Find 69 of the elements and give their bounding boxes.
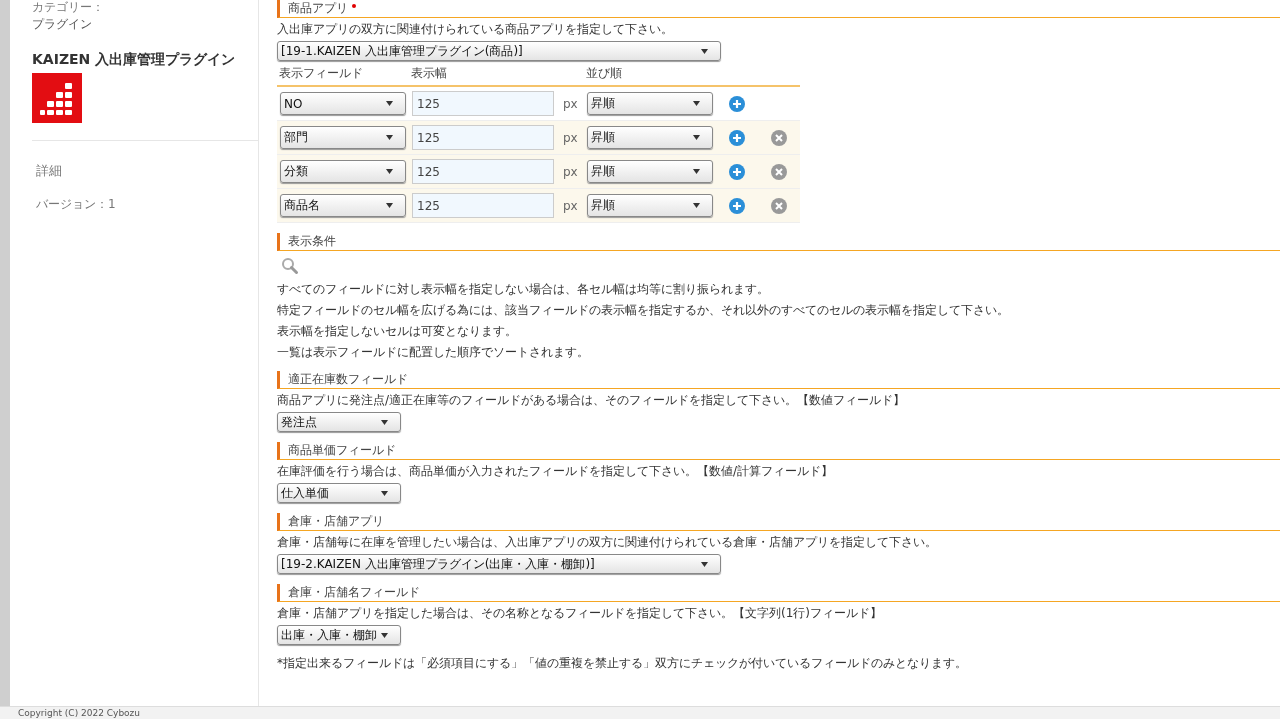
dropdown[interactable]: 昇順 [586,194,713,217]
dropdown[interactable]: 発注点 [277,412,401,432]
category-label: カテゴリー： [32,0,105,14]
description: 入出庫アプリの双方に関連付けられている商品アプリを指定して下さい。 [277,22,674,36]
add-icon[interactable] [728,163,745,180]
caret-icon [692,203,700,208]
required-mark [352,4,356,8]
column-header: 表示フィールド [277,64,409,86]
remove-icon[interactable] [770,197,787,214]
caret-icon [692,169,700,174]
version-text: バージョン：1 [36,196,117,213]
unit-label: px [557,86,584,121]
description: 在庫評価を行う場合は、商品単価が入力されたフィールドを指定して下さい。【数値/計算フィールド】 [277,464,835,478]
dropdown[interactable]: [19-1.KAIZEN 入出庫管理プラグイン(商品)] [277,41,721,61]
dropdown[interactable]: 商品名 [280,194,406,217]
section-heading: 商品アプリ [277,0,1280,18]
description: 商品アプリに発注点/適正在庫等のフィールドがある場合は、そのフィールドを指定して下さい。【数値フィールド】 [277,393,907,407]
section-heading: 倉庫・店舗名フィールド [277,584,1280,602]
section-heading: 適正在庫数フィールド [277,371,1280,389]
remove-icon[interactable] [770,163,787,180]
caret-icon [386,169,393,174]
caret-icon [701,561,708,567]
caret-icon [381,419,388,425]
add-icon[interactable] [728,197,745,214]
width-input[interactable]: 125 [412,125,554,150]
add-icon[interactable] [728,95,745,112]
plugin-logo-icon [32,73,82,123]
section-heading: 表示条件 [277,233,1280,251]
caret-icon [381,490,388,496]
remove-icon[interactable] [770,129,787,146]
footnote: *指定出来るフィールドは「必須項目にする」「値の重複を禁止する」双方にチェックが付いているフィールドのみとなります。 [277,655,968,672]
caret-icon [692,101,700,106]
width-input[interactable]: 125 [412,193,554,218]
description: 倉庫・店舗アプリを指定した場合は、その名称となるフィールドを指定して下さい。【文字列(1行)フィールド】 [277,606,883,620]
width-input[interactable]: 125 [412,91,554,116]
note-text: 表示幅を指定しないセルは可変となります。 [277,324,518,338]
dropdown[interactable]: 昇順 [586,92,713,115]
category-value: プラグイン [32,16,93,33]
caret-icon [692,135,700,140]
width-input[interactable]: 125 [412,159,554,184]
details-link[interactable]: 詳細 [36,162,62,180]
dropdown[interactable]: 分類 [280,160,406,183]
caret-icon [386,203,393,208]
caret-icon [386,101,393,106]
unit-label: px [557,120,584,155]
dropdown[interactable]: 仕入単価 [277,483,401,503]
caret-icon [386,135,393,140]
unit-label: px [557,154,584,189]
description: 倉庫・店舗毎に在庫を管理したい場合は、入出庫アプリの双方に関連付けられている倉庫・店舗アプリを指定して下さい。 [277,535,938,549]
dropdown[interactable]: 出庫・入庫・棚卸 [277,625,401,645]
section-heading: 倉庫・店舗アプリ [277,513,1280,531]
search-icon[interactable] [281,257,299,275]
plugin-name: KAIZEN 入出庫管理プラグイン [32,51,237,69]
dropdown[interactable]: 昇順 [586,160,713,183]
column-header: 並び順 [583,64,716,86]
dropdown[interactable]: NO [280,92,406,115]
dropdown[interactable]: [19-2.KAIZEN 入出庫管理プラグイン(出庫・入庫・棚卸)] [277,554,721,574]
note-text: 特定フィールドのセル幅を広げる為には、該当フィールドの表示幅を指定するか、それ以外のすべてのセルの表示幅を指定して下さい。 [277,303,1010,317]
column-header: 表示幅 [409,64,584,86]
dropdown[interactable]: 部門 [280,126,406,149]
caret-icon [381,632,388,638]
unit-label: px [557,188,584,223]
note-text: 一覧は表示フィールドに配置した順序でソートされます。 [277,345,590,359]
add-icon[interactable] [728,129,745,146]
note-text: すべてのフィールドに対し表示幅を指定しない場合は、各セル幅は均等に割り振られます。 [277,282,770,296]
copyright-text: Copyright (C) 2022 Cybozu [0,706,1280,719]
dropdown[interactable]: 昇順 [586,126,713,149]
caret-icon [701,48,708,54]
section-heading: 商品単価フィールド [277,442,1280,460]
